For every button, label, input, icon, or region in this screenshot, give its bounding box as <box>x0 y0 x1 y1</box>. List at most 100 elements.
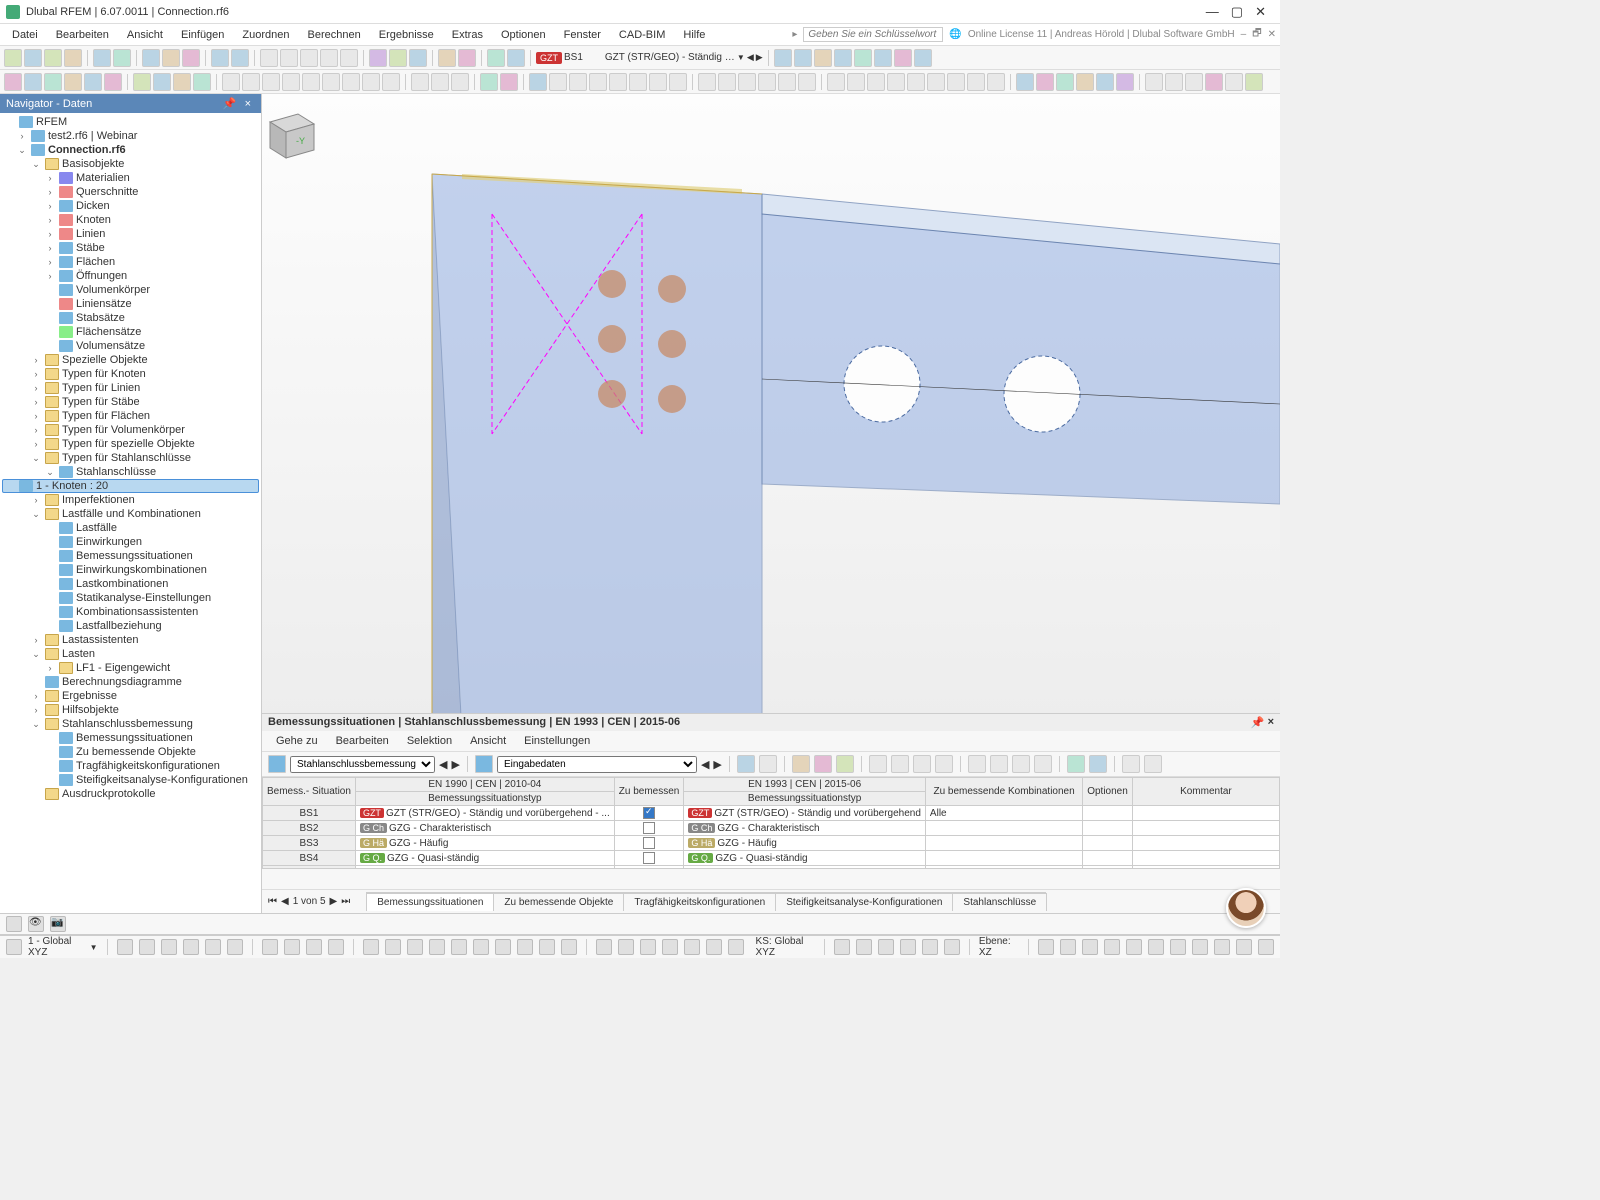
st15-icon[interactable] <box>451 939 467 955</box>
st2-icon[interactable] <box>139 939 155 955</box>
design-checkbox[interactable] <box>643 807 655 819</box>
st6-icon[interactable] <box>227 939 243 955</box>
design-checkbox[interactable] <box>643 837 655 849</box>
tab-bemessungssituationen[interactable]: Bemessungssituationen <box>366 893 494 911</box>
vw4-icon[interactable] <box>1104 939 1120 955</box>
tree-file-connection[interactable]: Connection.rf6 <box>48 144 126 156</box>
tree-lf1[interactable]: LF1 - Eigengewicht <box>76 662 170 674</box>
tree-typen-volumen[interactable]: Typen für Volumenkörper <box>62 424 185 436</box>
draw-set1-icon[interactable] <box>133 73 151 91</box>
st22-icon[interactable] <box>618 939 634 955</box>
panel-t16-icon[interactable] <box>1122 755 1140 773</box>
vw7-icon[interactable] <box>1170 939 1186 955</box>
st14-icon[interactable] <box>429 939 445 955</box>
tree-stahlanschluesse[interactable]: Stahlanschlüsse <box>76 466 156 478</box>
pager-next-icon[interactable]: ▶ <box>330 896 338 907</box>
navigator-pin-icon[interactable]: 📌 <box>219 97 241 110</box>
tab-steifigkeit[interactable]: Steifigkeitsanalyse-Konfigurationen <box>775 893 953 911</box>
table-row[interactable]: BS4 G Q.GZG - Quasi-ständig G Q.GZG - Qu… <box>263 851 1280 866</box>
status-cs-icon[interactable] <box>6 939 22 955</box>
snap2-icon[interactable] <box>856 939 872 955</box>
tree-sb-tragfaehigkeit[interactable]: Tragfähigkeitskonfigurationen <box>76 760 220 772</box>
st19-icon[interactable] <box>539 939 555 955</box>
tree-oeffnungen[interactable]: Öffnungen <box>76 270 127 282</box>
panel-t4-icon[interactable] <box>814 755 832 773</box>
panel-t1-icon[interactable] <box>737 755 755 773</box>
panel-prev2-icon[interactable]: ◀ <box>701 758 709 771</box>
panel-prev1-icon[interactable]: ◀ <box>439 758 447 771</box>
tree-volumenkoerper[interactable]: Volumenkörper <box>76 284 150 296</box>
camera-icon[interactable]: 📷 <box>50 916 66 932</box>
vw1-icon[interactable] <box>1038 939 1054 955</box>
status-cs[interactable]: 1 - Global XYZ <box>28 936 84 958</box>
panel-menu-einstellungen[interactable]: Einstellungen <box>516 733 598 749</box>
st7-icon[interactable] <box>262 939 278 955</box>
tree-lastfallbeziehung[interactable]: Lastfallbeziehung <box>76 620 162 632</box>
st21-icon[interactable] <box>596 939 612 955</box>
panel-t2-icon[interactable] <box>759 755 777 773</box>
tree-bemessungssituationen[interactable]: Bemessungssituationen <box>76 550 193 562</box>
tree-typen-linien[interactable]: Typen für Linien <box>62 382 140 394</box>
pager-prev-icon[interactable]: ◀ <box>281 896 289 907</box>
tree-typen-staebe[interactable]: Typen für Stäbe <box>62 396 140 408</box>
tool-paste-icon[interactable] <box>182 49 200 67</box>
tool-copy-icon[interactable] <box>162 49 180 67</box>
snap6-icon[interactable] <box>944 939 960 955</box>
tree-flaechensaetze[interactable]: Flächensätze <box>76 326 141 338</box>
tree-statikanalyse[interactable]: Statikanalyse-Einstellungen <box>76 592 211 604</box>
panel-t5-icon[interactable] <box>836 755 854 773</box>
panel-t14-icon[interactable] <box>1067 755 1085 773</box>
panel-t3-icon[interactable] <box>792 755 810 773</box>
st24-icon[interactable] <box>662 939 678 955</box>
draw-set3-icon[interactable] <box>173 73 191 91</box>
tool-print-icon[interactable] <box>113 49 131 67</box>
panel-t6-icon[interactable] <box>869 755 887 773</box>
tree-lastfaelle-komb[interactable]: Lastfälle und Kombinationen <box>62 508 201 520</box>
st10-icon[interactable] <box>328 939 344 955</box>
st9-icon[interactable] <box>306 939 322 955</box>
tree-stahlbem[interactable]: Stahlanschlussbemessung <box>62 718 193 730</box>
tree-lastfaelle[interactable]: Lastfälle <box>76 522 117 534</box>
panel-module-select[interactable]: Stahlanschlussbemessung <box>290 756 435 773</box>
draw-solid-icon[interactable] <box>104 73 122 91</box>
tree-dicken[interactable]: Dicken <box>76 200 110 212</box>
tree-kombinationsassist[interactable]: Kombinationsassistenten <box>76 606 198 618</box>
tree-liniensaetze[interactable]: Liniensätze <box>76 298 132 310</box>
tool-project-icon[interactable] <box>64 49 82 67</box>
tree-lastassistenten[interactable]: Lastassistenten <box>62 634 138 646</box>
tree-hilfsobjekte[interactable]: Hilfsobjekte <box>62 704 119 716</box>
tool-grid1-icon[interactable] <box>260 49 278 67</box>
tree-basisobjekte[interactable]: Basisobjekte <box>62 158 124 170</box>
draw-opening-icon[interactable] <box>84 73 102 91</box>
st23-icon[interactable] <box>640 939 656 955</box>
tool-cut-icon[interactable] <box>142 49 160 67</box>
st18-icon[interactable] <box>517 939 533 955</box>
design-situations-table[interactable]: Bemess.- Situation EN 1990 | CEN | 2010-… <box>262 777 1280 869</box>
panel-t11-icon[interactable] <box>990 755 1008 773</box>
st26-icon[interactable] <box>706 939 722 955</box>
tool-wizard-icon[interactable] <box>44 49 62 67</box>
draw-line-icon[interactable] <box>24 73 42 91</box>
panel-close-button[interactable]: × <box>1268 716 1274 729</box>
panel-pin-icon[interactable]: 📌 <box>1251 716 1265 729</box>
vw9-icon[interactable] <box>1214 939 1230 955</box>
st5-icon[interactable] <box>205 939 221 955</box>
panel-t15-icon[interactable] <box>1089 755 1107 773</box>
vw6-icon[interactable] <box>1148 939 1164 955</box>
tree-volumensaetze[interactable]: Volumensätze <box>76 340 145 352</box>
menu-bearbeiten[interactable]: Bearbeiten <box>48 27 117 43</box>
st11-icon[interactable] <box>363 939 379 955</box>
tree-staebe[interactable]: Stäbe <box>76 242 105 254</box>
panel-menu-selektion[interactable]: Selektion <box>399 733 460 749</box>
st16-icon[interactable] <box>473 939 489 955</box>
vw2-icon[interactable] <box>1060 939 1076 955</box>
tree-imperfektionen[interactable]: Imperfektionen <box>62 494 135 506</box>
quick-t1-icon[interactable] <box>6 916 22 932</box>
panel-menu-ansicht[interactable]: Ansicht <box>462 733 514 749</box>
navigator-tree[interactable]: RFEM ›test2.rf6 | Webinar ⌄Connection.rf… <box>0 113 261 913</box>
draw-set2-icon[interactable] <box>153 73 171 91</box>
status-cs-chevron-icon[interactable]: ▼ <box>90 943 98 952</box>
panel-next1-icon[interactable]: ▶ <box>451 758 459 771</box>
tool-redo-icon[interactable] <box>231 49 249 67</box>
st13-icon[interactable] <box>407 939 423 955</box>
